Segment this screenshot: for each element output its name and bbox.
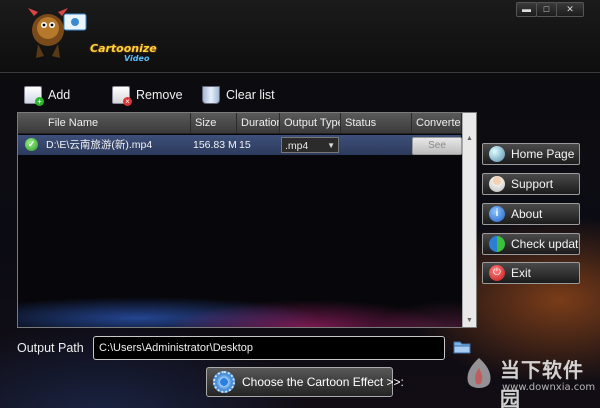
close-button[interactable]: ✕ <box>556 2 584 17</box>
cell-file-name: D:\E\云南旅游(新).mp4 <box>46 139 153 151</box>
header-duration[interactable]: Duration <box>237 113 280 133</box>
about-label: About <box>511 207 543 221</box>
header-file-name[interactable]: File Name <box>18 113 191 133</box>
support-button[interactable]: Support <box>482 173 580 195</box>
clear-list-button[interactable]: Clear list <box>202 86 275 104</box>
output-type-value: .mp4 <box>285 140 309 152</box>
watermark: 当下软件园 www.downxia.com <box>462 352 596 408</box>
output-type-select[interactable]: .mp4 ▼ <box>281 137 339 153</box>
cell-status <box>345 135 411 155</box>
home-page-button[interactable]: Home Page <box>482 143 580 165</box>
watermark-url: www.downxia.com <box>502 382 596 393</box>
watermark-title: 当下软件园 <box>500 358 584 408</box>
remove-button[interactable]: × Remove <box>112 86 183 106</box>
table-row[interactable]: ✓ D:\E\云南旅游(新).mp4 156.83 MB 15 .mp4 ▼ S… <box>18 135 462 155</box>
logo-subtitle: Video <box>124 54 150 63</box>
choose-cartoon-effect-label: Choose the Cartoon Effect >>: <box>242 375 404 389</box>
scroll-up-icon[interactable]: ▲ <box>466 135 473 142</box>
vertical-scrollbar[interactable]: ▲ ▼ <box>462 113 476 327</box>
maximize-button[interactable]: □ <box>536 2 557 17</box>
app-logo: Cartoonize Video <box>26 6 157 66</box>
scroll-down-icon[interactable]: ▼ <box>466 317 473 324</box>
header-output-type[interactable]: Output Type <box>280 113 341 133</box>
person-icon <box>489 176 505 192</box>
update-icon <box>489 236 505 252</box>
header-size[interactable]: Size <box>191 113 237 133</box>
check-icon[interactable]: ✓ <box>25 138 38 151</box>
cell-size: 156.83 MB <box>193 139 237 151</box>
check-update-button[interactable]: Check update <box>482 233 580 255</box>
home-page-label: Home Page <box>511 147 575 161</box>
support-label: Support <box>511 177 554 191</box>
watermark-logo-icon <box>467 358 491 388</box>
exit-label: Exit <box>511 266 532 280</box>
see-button[interactable]: See <box>412 137 462 155</box>
dropdown-arrow-icon: ▼ <box>327 141 335 150</box>
trash-icon <box>202 86 220 104</box>
check-update-label: Check update <box>511 237 580 251</box>
exit-button[interactable]: ⏻ Exit <box>482 262 580 284</box>
choose-cartoon-effect-button[interactable]: Choose the Cartoon Effect >>: <box>206 367 404 397</box>
close-icon: ✕ <box>566 4 574 14</box>
header-divider <box>0 72 600 73</box>
minimize-button[interactable]: ▬ <box>516 2 537 17</box>
add-file-icon: + <box>24 86 44 106</box>
gear-icon <box>213 371 235 393</box>
table-header: File Name Size Duration Output Type Stat… <box>18 113 476 134</box>
app-window: Cartoonize Video ▬ □ ✕ + Add × Remove Cl… <box>0 0 600 408</box>
remove-label: Remove <box>136 88 183 102</box>
about-button[interactable]: i About <box>482 203 580 225</box>
output-path-label: Output Path <box>17 341 84 355</box>
add-button[interactable]: + Add <box>24 86 71 106</box>
remove-file-icon: × <box>112 86 132 106</box>
maximize-icon: □ <box>543 4 550 14</box>
clear-list-label: Clear list <box>226 88 275 102</box>
cell-duration: 15 <box>239 139 251 151</box>
add-label: Add <box>48 88 71 102</box>
power-icon: ⏻ <box>489 265 505 281</box>
minimize-icon: ▬ <box>522 4 531 14</box>
output-path-field[interactable]: C:\Users\Administrator\Desktop <box>93 336 445 360</box>
info-icon: i <box>489 206 505 222</box>
file-table: File Name Size Duration Output Type Stat… <box>17 112 477 328</box>
header-status[interactable]: Status <box>341 113 412 133</box>
header-converted[interactable]: Converted <box>412 113 462 133</box>
globe-icon <box>489 146 505 162</box>
